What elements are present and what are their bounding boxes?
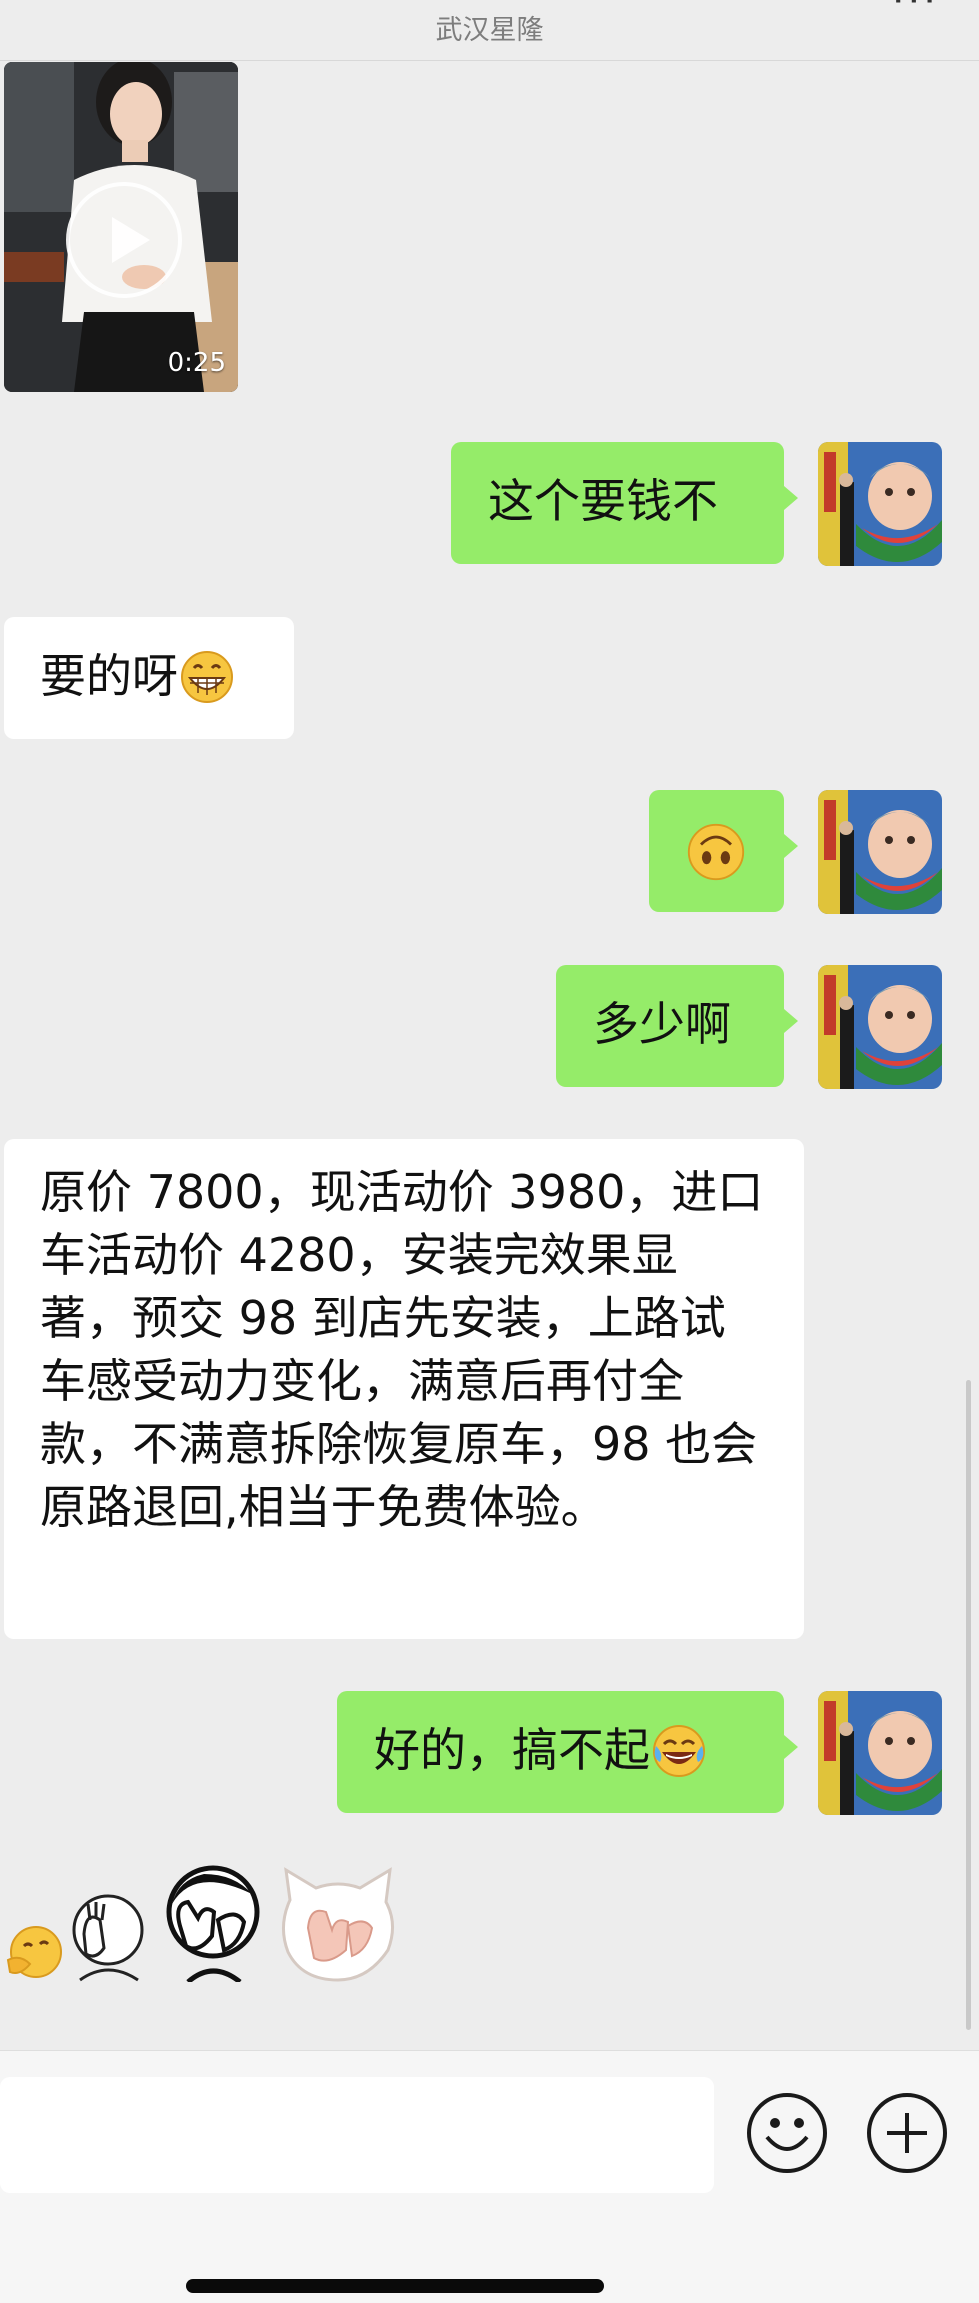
avatar[interactable] [818, 790, 942, 914]
plus-glyph [887, 2113, 927, 2153]
avatar[interactable] [818, 965, 942, 1089]
message-text: 这个要钱不 [488, 474, 718, 528]
video-message[interactable]: 0:25 [4, 62, 238, 392]
message-bubble-outgoing[interactable]: 好的，搞不起 [337, 1691, 798, 1813]
grinning-face-emoji-icon [181, 650, 233, 703]
thinking-face-sticker-icon [6, 1926, 62, 1978]
message-text: 原价 7800，现活动价 3980，进口车活动价 4280，安装完效果显著，预交… [40, 1165, 764, 1534]
facepalm-sticker-icon [72, 1894, 144, 1982]
message-text: 好的，搞不起 [374, 1723, 650, 1777]
plus-icon[interactable] [867, 2093, 947, 2173]
play-icon[interactable] [66, 182, 182, 298]
avatar[interactable] [818, 1691, 942, 1815]
chat-subtitle: 武汉星隆 [435, 15, 544, 46]
covering-face-sticker-icon [166, 1865, 260, 1982]
smiley-icon[interactable] [747, 2093, 827, 2173]
upside-down-face-emoji-icon [687, 823, 745, 881]
smiley-glyph [765, 2118, 809, 2151]
message-bubble-outgoing[interactable]: 多少啊 [556, 965, 798, 1087]
tears-of-joy-emoji-icon [653, 1724, 705, 1777]
message-text: 多少啊 [593, 997, 731, 1051]
video-duration: 0:25 [167, 348, 226, 378]
message-bubble-incoming[interactable]: 原价 7800，现活动价 3980，进口车活动价 4280，安装完效果显著，预交… [4, 1139, 804, 1639]
message-bubble-outgoing[interactable] [649, 790, 798, 912]
chat-header: 武汉星隆 ··· [0, 0, 979, 61]
scrollbar[interactable] [966, 1380, 971, 2030]
input-bar [0, 2050, 979, 2303]
avatar-image [818, 790, 942, 914]
cat-sticker-icon [282, 1867, 394, 1982]
avatar-image [818, 965, 942, 1089]
message-input[interactable] [0, 2077, 714, 2193]
message-bubble-outgoing[interactable]: 这个要钱不 [451, 442, 798, 564]
message-bubble-incoming[interactable]: 要的呀 [4, 617, 294, 739]
home-indicator [186, 2279, 604, 2293]
avatar-image [818, 442, 942, 566]
message-text: 要的呀 [40, 649, 178, 703]
avatar-image [818, 1691, 942, 1815]
chat-screen: 武汉星隆 ··· 0:25 这个要钱不 要的呀 多少啊 原价 7800，现活动价… [0, 0, 979, 2303]
avatar[interactable] [818, 442, 942, 566]
more-options-button[interactable]: ··· [892, 0, 939, 24]
